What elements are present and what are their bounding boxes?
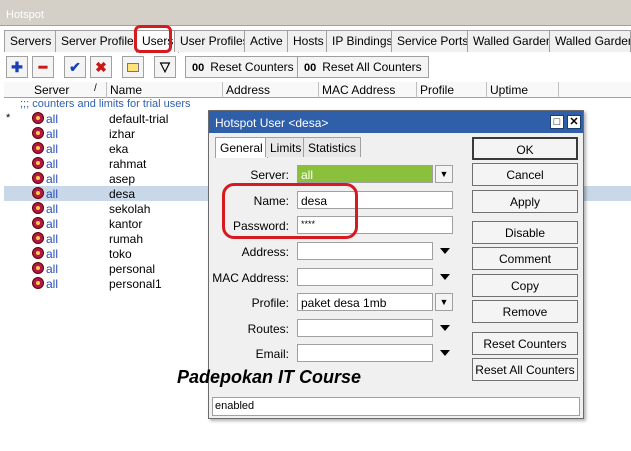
- ok-button[interactable]: OK: [472, 137, 578, 160]
- mac-dropdown-icon[interactable]: [440, 274, 450, 280]
- address-field[interactable]: [297, 242, 433, 260]
- close-icon[interactable]: ✕: [567, 115, 581, 129]
- routes-dropdown-icon[interactable]: [440, 325, 450, 331]
- window-title: Hotspot: [0, 0, 631, 26]
- table-header: Server / Name Address MAC Address Profil…: [4, 82, 631, 98]
- tab-active[interactable]: Active: [244, 30, 289, 52]
- user-icon: [32, 142, 44, 154]
- remove-button[interactable]: ━: [32, 56, 54, 78]
- col-server[interactable]: Server: [30, 83, 69, 97]
- disable-button[interactable]: Disable: [472, 221, 578, 244]
- minus-icon: ━: [38, 58, 48, 75]
- watermark-text: Padepokan IT Course: [177, 367, 362, 387]
- comment-button[interactable]: Comment: [472, 247, 578, 270]
- plus-icon: ✚: [11, 58, 23, 75]
- reset-all-counters-button[interactable]: 00 Reset All Counters: [297, 56, 429, 78]
- reset-all-counters-button[interactable]: Reset All Counters: [472, 358, 578, 381]
- tab-server-profiles[interactable]: Server Profiles: [55, 30, 146, 52]
- counter-icon: 00: [192, 62, 205, 74]
- check-icon: ✔: [69, 58, 81, 75]
- add-button[interactable]: ✚: [6, 56, 28, 78]
- filter-icon: ▽: [160, 59, 170, 74]
- status-bar: enabled: [212, 397, 580, 416]
- user-icon: [32, 247, 44, 259]
- col-uptime[interactable]: Uptime: [486, 83, 528, 97]
- user-icon: [32, 277, 44, 289]
- tab-servers[interactable]: Servers: [4, 30, 58, 52]
- col-name[interactable]: Name: [106, 83, 142, 97]
- profile-label: Profile:: [251, 296, 289, 310]
- tab-walled-garden-ip[interactable]: Walled Garden IP: [549, 30, 631, 52]
- disable-button[interactable]: ✖: [90, 56, 112, 78]
- mac-label: MAC Address:: [212, 271, 289, 285]
- user-icon: [32, 262, 44, 274]
- comment-button[interactable]: [122, 56, 144, 78]
- copy-button[interactable]: Copy: [472, 274, 578, 297]
- sort-icon: /: [94, 83, 97, 94]
- reset-all-counters-label: Reset All Counters: [322, 60, 422, 74]
- tab-general[interactable]: General: [215, 137, 268, 158]
- cancel-button[interactable]: Cancel: [472, 163, 578, 186]
- tab-limits[interactable]: Limits: [265, 137, 307, 157]
- user-icon: [32, 112, 44, 124]
- cross-icon: ✖: [95, 58, 107, 75]
- dialog-title: Hotspot User <desa>: [209, 111, 583, 133]
- tab-statistics[interactable]: Statistics: [303, 137, 362, 157]
- user-icon: [32, 232, 44, 244]
- address-label: Address:: [241, 245, 289, 259]
- routes-label: Routes:: [247, 322, 289, 336]
- server-dropdown-icon[interactable]: ▼: [435, 165, 453, 183]
- server-label: Server:: [250, 168, 289, 182]
- email-field[interactable]: [297, 344, 433, 362]
- user-icon: [32, 127, 44, 139]
- reset-counters-button[interactable]: 00 Reset Counters: [185, 56, 301, 78]
- enable-button[interactable]: ✔: [64, 56, 86, 78]
- email-dropdown-icon[interactable]: [440, 350, 450, 356]
- tab-service-ports[interactable]: Service Ports: [391, 30, 475, 52]
- user-icon: [32, 187, 44, 199]
- tab-walled-garden[interactable]: Walled Garden: [467, 30, 559, 52]
- mac-field[interactable]: [297, 268, 433, 286]
- maximize-icon[interactable]: □: [550, 115, 564, 129]
- tab-user-profiles[interactable]: User Profiles: [174, 30, 255, 52]
- user-icon: [32, 217, 44, 229]
- counter-icon: 00: [304, 62, 317, 74]
- routes-field[interactable]: [297, 319, 433, 337]
- profile-select[interactable]: paket desa 1mb: [297, 293, 433, 311]
- reset-counters-label: Reset Counters: [210, 60, 294, 74]
- user-icon: [32, 172, 44, 184]
- filter-button[interactable]: ▽: [154, 56, 176, 78]
- remove-button[interactable]: Remove: [472, 300, 578, 323]
- user-icon: [32, 202, 44, 214]
- col-address[interactable]: Address: [222, 83, 270, 97]
- tab-hosts[interactable]: Hosts: [287, 30, 330, 52]
- note-icon: [127, 62, 139, 72]
- apply-button[interactable]: Apply: [472, 190, 578, 213]
- reset-counters-button[interactable]: Reset Counters: [472, 332, 578, 355]
- user-icon: [32, 157, 44, 169]
- col-mac[interactable]: MAC Address: [318, 83, 395, 97]
- email-label: Email:: [255, 347, 289, 361]
- tab-bar: Servers Server Profiles Users User Profi…: [4, 30, 631, 53]
- name-password-highlight: [222, 183, 358, 239]
- col-profile[interactable]: Profile: [416, 83, 454, 97]
- profile-dropdown-icon[interactable]: ▼: [435, 293, 453, 311]
- address-dropdown-icon[interactable]: [440, 248, 450, 254]
- server-select[interactable]: all: [297, 165, 433, 183]
- tab-ip-bindings[interactable]: IP Bindings: [326, 30, 399, 52]
- users-tab-highlight: [134, 25, 172, 53]
- toolbar: ✚ ━ ✔ ✖ ▽ 00 Reset Counters 00 Reset All C…: [0, 54, 631, 80]
